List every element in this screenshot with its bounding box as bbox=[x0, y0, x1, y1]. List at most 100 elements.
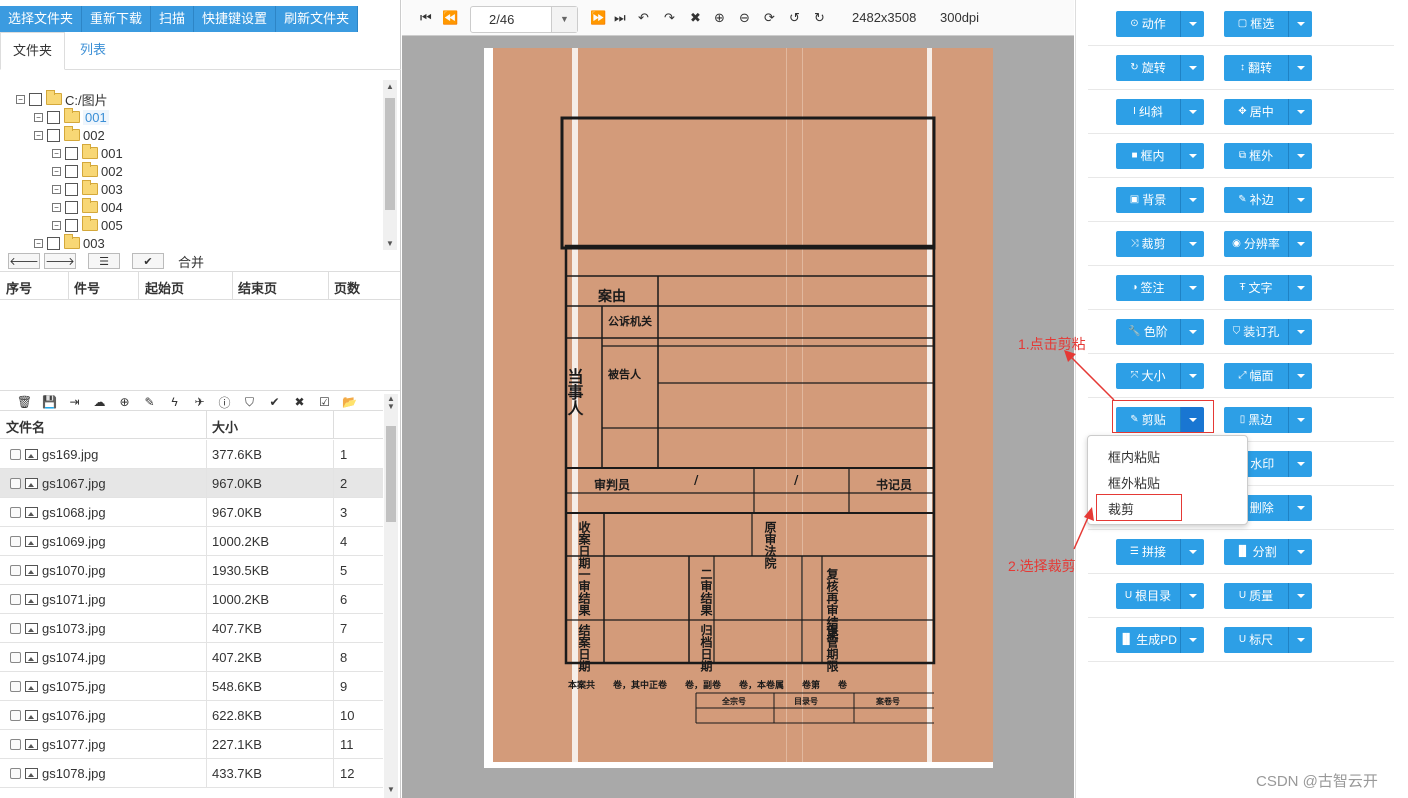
background-dropdown-toggle[interactable] bbox=[1180, 187, 1204, 213]
refresh-icon[interactable]: ⟳ bbox=[764, 10, 775, 26]
file-row[interactable]: gs1069.jpg 1000.2KB 4 bbox=[0, 527, 383, 556]
collapse-icon[interactable]: − bbox=[34, 238, 43, 248]
root-dir-button[interactable]: U 根目录 bbox=[1116, 583, 1180, 609]
center-button[interactable]: ✥ 居中 bbox=[1224, 99, 1288, 125]
action-button[interactable]: ⊙ 动作 bbox=[1116, 11, 1180, 37]
size-button[interactable]: ⤧ 大小 bbox=[1116, 363, 1180, 389]
tree-node-002-005[interactable]: − 005 bbox=[52, 216, 123, 234]
ruler-button[interactable]: U 标尺 bbox=[1224, 627, 1288, 653]
menu-item-paste-inside[interactable]: 框内粘贴 bbox=[1108, 447, 1160, 466]
checkbox[interactable] bbox=[10, 449, 21, 460]
edit-icon[interactable]: ✎ bbox=[137, 395, 162, 409]
file-row[interactable]: gs1071.jpg 1000.2KB 6 bbox=[0, 585, 383, 614]
bolt-icon[interactable]: ϟ bbox=[162, 395, 187, 409]
trash-icon[interactable]: 🗑 bbox=[12, 395, 37, 409]
checkbox[interactable] bbox=[10, 594, 21, 605]
folder-open-icon[interactable]: 📂 bbox=[337, 395, 362, 409]
select-folder-button[interactable]: 选择文件夹 bbox=[0, 6, 83, 32]
zoom-in-icon[interactable]: ⊕ bbox=[714, 10, 725, 26]
checkbox[interactable] bbox=[65, 182, 78, 196]
checkbox[interactable] bbox=[10, 739, 21, 750]
pad-edge-button[interactable]: ✎ 补边 bbox=[1224, 187, 1288, 213]
list-view-icon[interactable]: ☰ bbox=[88, 253, 120, 269]
collapse-icon[interactable]: − bbox=[52, 166, 61, 176]
scroll-up-icon[interactable]: ▲ bbox=[386, 82, 394, 91]
checkbox[interactable] bbox=[10, 623, 21, 634]
first-page-icon[interactable]: ⏮ bbox=[420, 10, 432, 26]
checkbox[interactable] bbox=[65, 146, 78, 160]
deskew-dropdown-toggle[interactable] bbox=[1180, 99, 1204, 125]
checkbox[interactable] bbox=[10, 507, 21, 518]
collapse-icon[interactable]: − bbox=[16, 94, 25, 104]
checkbox[interactable] bbox=[10, 652, 21, 663]
scroll-thumb[interactable] bbox=[385, 98, 395, 210]
generate-pdf-dropdown-toggle[interactable] bbox=[1180, 627, 1204, 653]
tree-node-003[interactable]: − 003 bbox=[34, 234, 105, 250]
select-box-dropdown-toggle[interactable] bbox=[1288, 11, 1312, 37]
pad-edge-dropdown-toggle[interactable] bbox=[1288, 187, 1312, 213]
flip-button[interactable]: ↕ 翻转 bbox=[1224, 55, 1288, 81]
collapse-icon[interactable]: − bbox=[34, 130, 43, 140]
page-select[interactable]: 2/46 ▼ bbox=[470, 6, 578, 33]
file-row[interactable]: gs1078.jpg 433.7KB 12 bbox=[0, 759, 383, 788]
shortcut-settings-button[interactable]: 快捷键设置 bbox=[194, 6, 277, 32]
file-row[interactable]: gs1067.jpg 967.0KB 2 bbox=[0, 469, 383, 498]
annotate-dropdown-toggle[interactable] bbox=[1180, 275, 1204, 301]
page-size-dropdown-toggle[interactable] bbox=[1288, 363, 1312, 389]
checkbox[interactable] bbox=[47, 128, 60, 142]
checkbox[interactable] bbox=[10, 565, 21, 576]
file-row[interactable]: gs1076.jpg 622.8KB 10 bbox=[0, 701, 383, 730]
close-icon[interactable]: ✖ bbox=[690, 10, 701, 26]
split-button[interactable]: ▐▌ 分割 bbox=[1224, 539, 1288, 565]
crop-dropdown-toggle[interactable] bbox=[1180, 231, 1204, 257]
center-dropdown-toggle[interactable] bbox=[1288, 99, 1312, 125]
text-button[interactable]: Ŧ 文字 bbox=[1224, 275, 1288, 301]
file-row[interactable]: gs169.jpg 377.6KB 1 bbox=[0, 440, 383, 469]
arrow-right-icon[interactable]: 🡒 bbox=[44, 253, 76, 269]
redo-icon[interactable]: ↷ bbox=[664, 10, 675, 26]
quality-button[interactable]: U 质量 bbox=[1224, 583, 1288, 609]
file-row[interactable]: gs1073.jpg 407.7KB 7 bbox=[0, 614, 383, 643]
background-button[interactable]: ▣ 背景 bbox=[1116, 187, 1180, 213]
cloud-upload-icon[interactable]: ☁ bbox=[87, 395, 112, 409]
scroll-down-icon[interactable]: ▼ bbox=[387, 785, 395, 794]
scan-button[interactable]: 扫描 bbox=[151, 6, 195, 32]
tab-folder[interactable]: 文件夹 bbox=[0, 32, 66, 70]
file-row[interactable]: gs1068.jpg 967.0KB 3 bbox=[0, 498, 383, 527]
resolution-button[interactable]: ◉ 分辨率 bbox=[1224, 231, 1288, 257]
arrow-left-icon[interactable]: 🡐 bbox=[8, 253, 40, 269]
chevron-down-icon[interactable]: ▼ bbox=[551, 7, 577, 32]
menu-item-paste-outside[interactable]: 框外粘贴 bbox=[1108, 473, 1160, 492]
collapse-icon[interactable]: − bbox=[52, 220, 61, 230]
download-icon[interactable]: ⊕ bbox=[112, 395, 137, 409]
delete-dropdown-toggle[interactable] bbox=[1288, 495, 1312, 521]
redownload-button[interactable]: 重新下载 bbox=[82, 6, 152, 32]
checkbox[interactable] bbox=[10, 681, 21, 692]
checkbox[interactable] bbox=[47, 236, 60, 250]
tree-node-002[interactable]: − 002 bbox=[34, 126, 105, 144]
prev-page-icon[interactable]: ⏪ bbox=[442, 10, 458, 26]
rotate-left-icon[interactable]: ↺ bbox=[789, 10, 800, 26]
quality-dropdown-toggle[interactable] bbox=[1288, 583, 1312, 609]
root-dir-dropdown-toggle[interactable] bbox=[1180, 583, 1204, 609]
rotate-button[interactable]: ↻ 旋转 bbox=[1116, 55, 1180, 81]
collapse-icon[interactable]: − bbox=[52, 148, 61, 158]
check-icon[interactable]: ✔ bbox=[132, 253, 164, 269]
checkbox[interactable] bbox=[10, 536, 21, 547]
tree-node-002-001[interactable]: − 001 bbox=[52, 144, 123, 162]
scroll-down-small-icon[interactable]: ▼ bbox=[387, 402, 395, 411]
outside-button[interactable]: ⧉ 框外 bbox=[1224, 143, 1288, 169]
collapse-icon[interactable]: − bbox=[52, 202, 61, 212]
tree-node-002-004[interactable]: − 004 bbox=[52, 198, 123, 216]
levels-dropdown-toggle[interactable] bbox=[1180, 319, 1204, 345]
select-box-button[interactable]: ▢ 框选 bbox=[1224, 11, 1288, 37]
checkbox[interactable] bbox=[65, 164, 78, 178]
check-icon[interactable]: ✔ bbox=[262, 395, 287, 409]
next-page-icon[interactable]: ⏩ bbox=[590, 10, 606, 26]
action-dropdown-toggle[interactable] bbox=[1180, 11, 1204, 37]
binding-hole-button[interactable]: ⛉ 装订孔 bbox=[1224, 319, 1288, 345]
text-dropdown-toggle[interactable] bbox=[1288, 275, 1312, 301]
checkbox[interactable] bbox=[47, 110, 60, 124]
stitch-dropdown-toggle[interactable] bbox=[1180, 539, 1204, 565]
file-row[interactable]: gs1077.jpg 227.1KB 11 bbox=[0, 730, 383, 759]
